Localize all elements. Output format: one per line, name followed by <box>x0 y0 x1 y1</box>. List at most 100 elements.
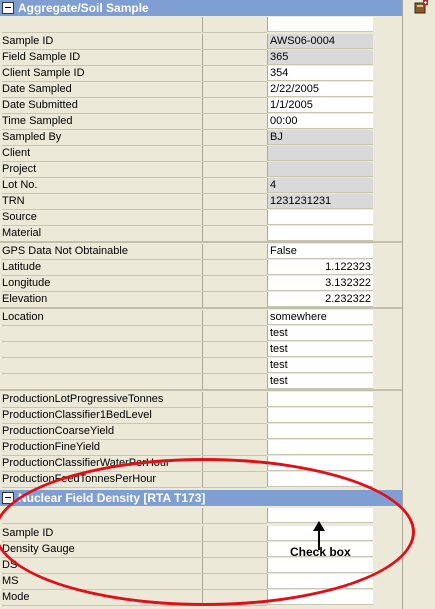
annotation-label: Check box <box>290 545 351 559</box>
row-spacer <box>202 260 267 276</box>
property-row: Sample ID AWS06-0004 <box>0 34 402 50</box>
property-value[interactable]: 1.122323 <box>267 260 373 275</box>
property-value[interactable] <box>267 162 373 177</box>
property-row: test <box>0 374 402 390</box>
property-label: Client Sample ID <box>2 66 201 82</box>
group-divider <box>0 307 402 309</box>
row-spacer <box>202 146 267 162</box>
property-row: ProductionClassifier1BedLevel <box>0 408 402 424</box>
property-label: Source <box>2 210 201 226</box>
property-label: Lot No. <box>2 178 201 194</box>
property-row: Client Sample ID 354 <box>0 66 402 82</box>
section-header-aggregate[interactable]: Aggregate/Soil Sample <box>0 0 402 16</box>
property-value[interactable] <box>267 146 373 161</box>
property-value[interactable] <box>267 424 373 439</box>
property-row: Longitude 3.132322 <box>0 276 402 292</box>
property-value[interactable] <box>267 440 373 455</box>
property-row: ProductionFineYield <box>0 440 402 456</box>
group-divider <box>0 389 402 391</box>
property-value[interactable]: somewhere <box>267 310 373 325</box>
checkbox-cell[interactable] <box>267 17 373 32</box>
property-label <box>2 374 201 390</box>
property-value[interactable]: 2/22/2005 <box>267 82 373 97</box>
checkbox-row <box>0 17 402 33</box>
property-row: Latitude 1.122323 <box>0 260 402 276</box>
property-label: Client <box>2 146 201 162</box>
property-label: Location <box>2 310 201 326</box>
add-record-icon[interactable] <box>413 0 429 14</box>
property-label: Date Submitted <box>2 98 201 114</box>
property-row: Field Sample ID 365 <box>0 50 402 66</box>
property-row: Sampled By BJ <box>0 130 402 146</box>
property-label: Time Sampled <box>2 114 201 130</box>
property-value[interactable]: 365 <box>267 50 373 65</box>
property-value[interactable]: False <box>267 244 373 259</box>
property-value[interactable]: test <box>267 326 373 341</box>
row-spacer <box>202 408 267 424</box>
property-value[interactable]: 00:00 <box>267 114 373 129</box>
row-spacer <box>202 50 267 66</box>
row-spacer <box>202 82 267 98</box>
row-spacer <box>202 342 267 358</box>
property-value[interactable]: 3.132322 <box>267 276 373 291</box>
row-spacer <box>202 440 267 456</box>
property-value[interactable]: 1/1/2005 <box>267 98 373 113</box>
section-title: Aggregate/Soil Sample <box>18 1 149 15</box>
property-value[interactable] <box>267 408 373 423</box>
row-spacer <box>202 424 267 440</box>
property-value[interactable]: 1231231231 <box>267 194 373 209</box>
property-label: Longitude <box>2 276 201 292</box>
property-label: Elevation <box>2 292 201 308</box>
property-label: GPS Data Not Obtainable <box>2 244 201 260</box>
property-value[interactable]: BJ <box>267 130 373 145</box>
property-value[interactable]: test <box>267 342 373 357</box>
property-value[interactable] <box>267 210 373 225</box>
property-row: ProductionLotProgressiveTonnes <box>0 392 402 408</box>
property-row: Source <box>0 210 402 226</box>
property-row: Date Submitted 1/1/2005 <box>0 98 402 114</box>
property-value[interactable]: 2.232322 <box>267 292 373 307</box>
property-row: test <box>0 342 402 358</box>
collapse-toggle-icon[interactable] <box>2 2 14 14</box>
property-label: ProductionLotProgressiveTonnes <box>2 392 201 408</box>
property-row: Date Sampled 2/22/2005 <box>0 82 402 98</box>
property-row: Material <box>0 226 402 242</box>
row-spacer <box>202 292 267 308</box>
property-label: Project <box>2 162 201 178</box>
property-label <box>2 358 201 374</box>
property-row: Lot No. 4 <box>0 178 402 194</box>
property-label: Date Sampled <box>2 82 201 98</box>
property-label: ProductionClassifier1BedLevel <box>2 408 201 424</box>
property-label: Sample ID <box>2 34 201 50</box>
property-row: TRN 1231231231 <box>0 194 402 210</box>
property-label <box>2 326 201 342</box>
property-row: Time Sampled 00:00 <box>0 114 402 130</box>
property-value[interactable]: 354 <box>267 66 373 81</box>
property-row: Location somewhere <box>0 310 402 326</box>
property-label: Latitude <box>2 260 201 276</box>
row-spacer <box>202 66 267 82</box>
row-spacer <box>202 114 267 130</box>
group-divider <box>0 241 402 243</box>
property-value[interactable]: test <box>267 358 373 373</box>
row-spacer <box>202 358 267 374</box>
property-label: Field Sample ID <box>2 50 201 66</box>
row-spacer <box>202 276 267 292</box>
property-row: GPS Data Not Obtainable False <box>0 244 402 260</box>
property-value[interactable]: 4 <box>267 178 373 193</box>
row-spacer <box>202 178 267 194</box>
row-spacer <box>202 17 267 33</box>
annotation-ellipse <box>0 458 415 606</box>
row-spacer <box>202 210 267 226</box>
row-spacer <box>202 194 267 210</box>
property-value[interactable] <box>267 226 373 241</box>
property-label: TRN <box>2 194 201 210</box>
row-spacer <box>202 244 267 260</box>
property-row: test <box>0 358 402 374</box>
property-value[interactable]: AWS06-0004 <box>267 34 373 49</box>
property-value[interactable] <box>267 392 373 407</box>
property-row: Elevation 2.232322 <box>0 292 402 308</box>
property-value[interactable]: test <box>267 374 373 389</box>
row-spacer <box>202 326 267 342</box>
row-spacer <box>202 162 267 178</box>
